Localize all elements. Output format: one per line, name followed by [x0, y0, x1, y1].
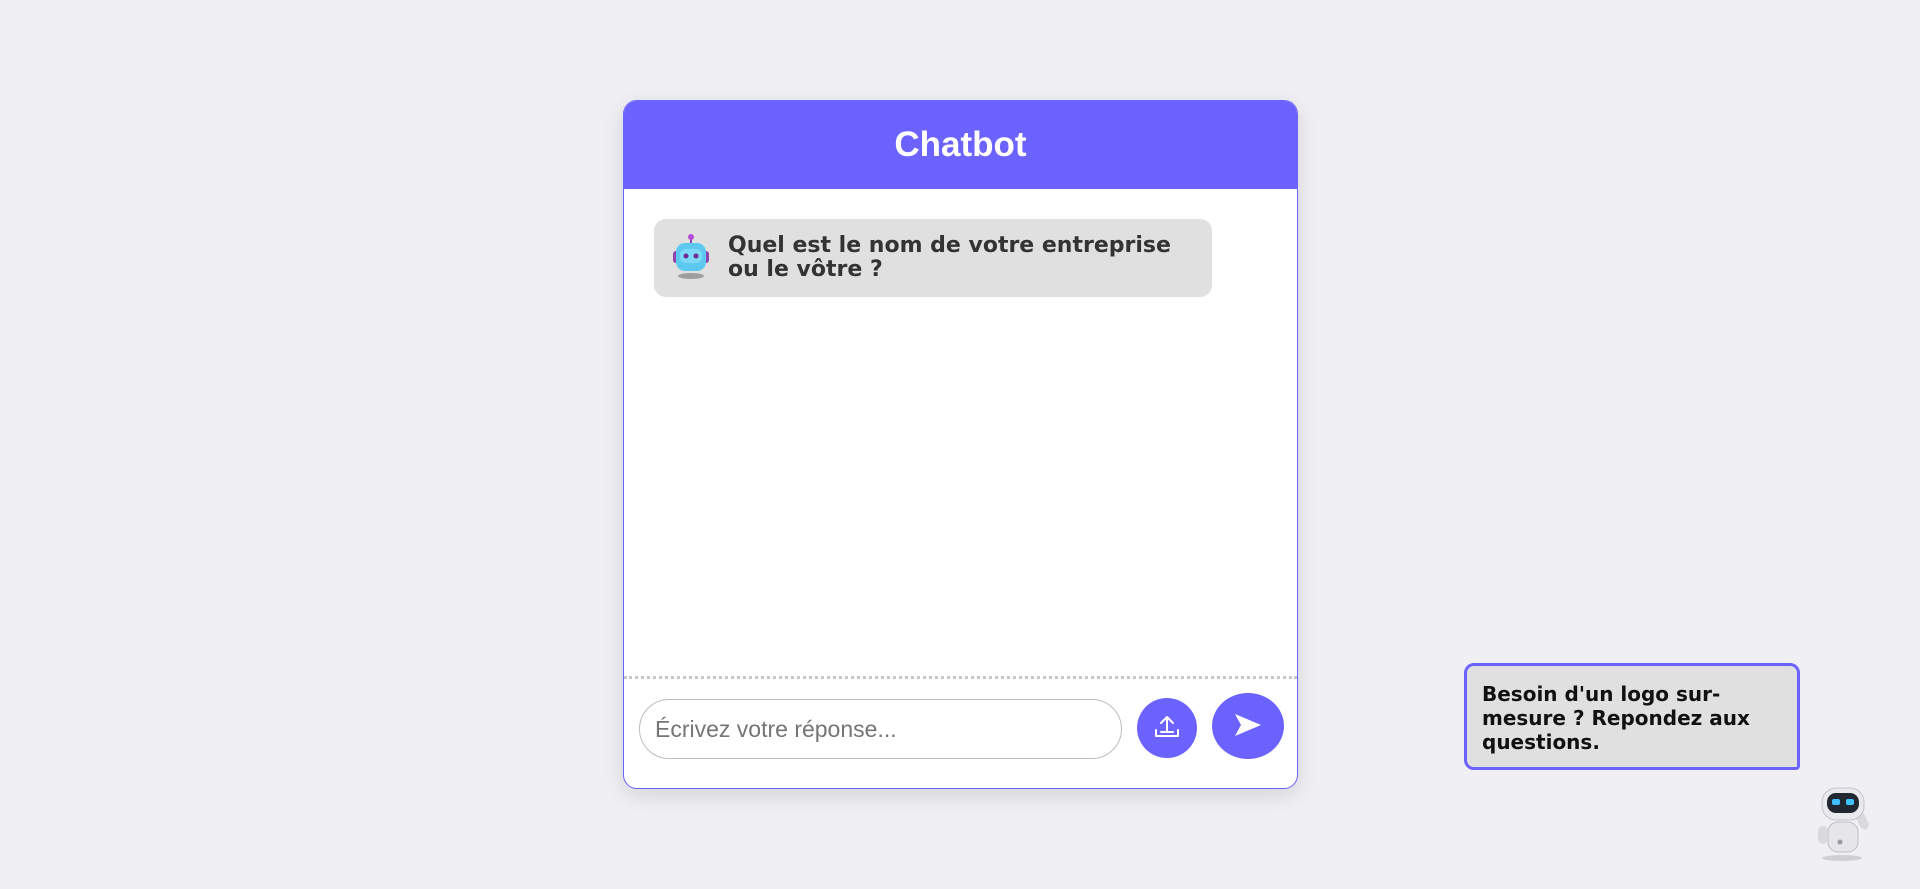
chatbot-window: Chatbot Quel est le nom de votre entrepr…: [623, 100, 1298, 789]
reply-input[interactable]: [639, 699, 1122, 759]
input-bar: [624, 679, 1297, 788]
robot-mascot-icon[interactable]: [1808, 782, 1880, 862]
promo-text: Besoin d'un logo sur-mesure ? Repondez a…: [1482, 682, 1750, 754]
upload-button[interactable]: [1137, 698, 1197, 758]
bot-message-text: Quel est le nom de votre entreprise ou l…: [728, 233, 1171, 282]
chat-header: Chatbot: [624, 101, 1297, 189]
send-button[interactable]: [1212, 693, 1284, 759]
upload-icon: [1152, 712, 1182, 745]
send-arrow-icon: [1233, 712, 1263, 741]
robot-face-icon: [668, 234, 714, 282]
bot-message: Quel est le nom de votre entreprise ou l…: [654, 219, 1212, 297]
chat-messages: Quel est le nom de votre entreprise ou l…: [624, 189, 1297, 677]
chat-title: Chatbot: [894, 125, 1027, 164]
promo-bubble[interactable]: Besoin d'un logo sur-mesure ? Repondez a…: [1464, 663, 1800, 770]
